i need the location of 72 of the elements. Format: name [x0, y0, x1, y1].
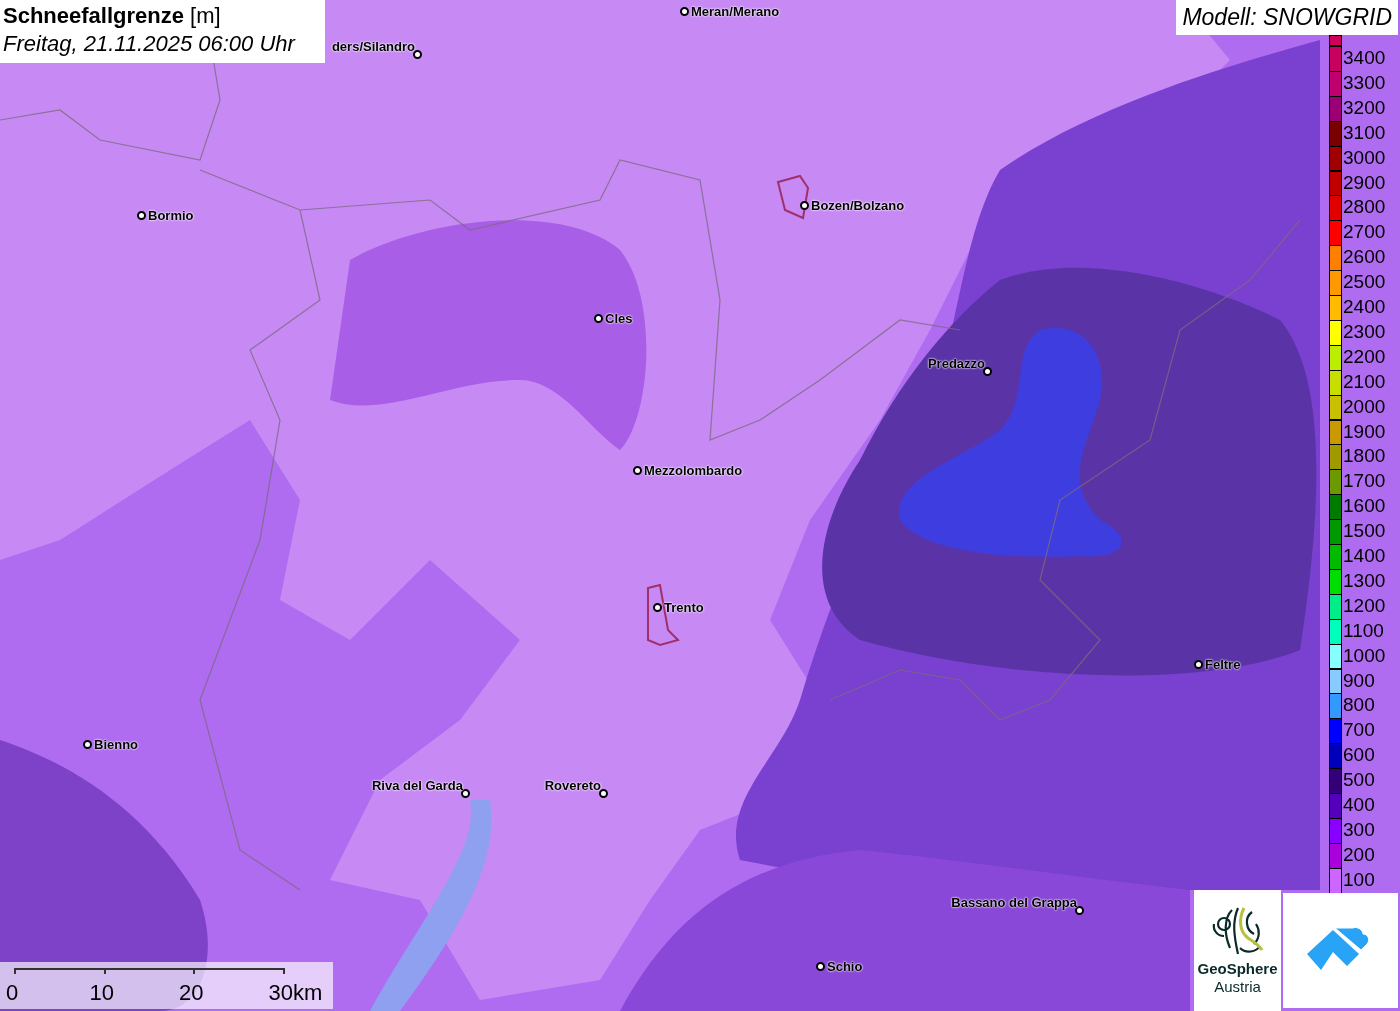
city-label: Riva del Garda: [371, 777, 463, 795]
legend-label: 1800: [1343, 445, 1386, 468]
model-label: Modell: SNOWGRID: [1176, 0, 1398, 35]
legend-label: 1500: [1343, 520, 1386, 543]
city-label: Predazzo: [927, 355, 985, 373]
legend-label: 1100: [1343, 619, 1384, 642]
city-marker-icon: [1194, 660, 1203, 669]
legend-label: 2500: [1343, 271, 1386, 294]
legend-label: 1700: [1343, 470, 1386, 493]
city-marker-icon: [137, 211, 146, 220]
legend-label: 400: [1343, 794, 1375, 816]
legend-label: 2600: [1343, 246, 1386, 269]
city-marker-icon: [633, 466, 642, 475]
logo-text: GeoSphere: [1197, 960, 1278, 978]
city-marker-icon: [599, 789, 608, 798]
legend-label: 3000: [1343, 146, 1386, 169]
legend-label: 300: [1343, 818, 1375, 841]
legend-label: 2200: [1343, 345, 1386, 368]
map-date: Freitag, 21.11.2025 06:00 Uhr: [3, 30, 297, 58]
city-label: Schio: [827, 958, 863, 976]
city-label: Bozen/Bolzano: [811, 197, 905, 215]
legend-label: 2300: [1343, 320, 1386, 343]
legend-label: 3200: [1343, 96, 1386, 119]
legend-label: 2400: [1343, 296, 1386, 318]
city-label: Trento: [664, 599, 704, 617]
city-label: Mezzolombardo: [644, 462, 743, 480]
city-marker-icon: [413, 50, 422, 59]
map-title: Schneefallgrenze [m]: [3, 2, 222, 30]
legend-label: 3300: [1343, 71, 1386, 94]
legend-label: 500: [1343, 769, 1375, 792]
legend-label: 200: [1343, 843, 1375, 866]
legend-swatch: [1329, 35, 1342, 46]
legend-label: 3400: [1343, 47, 1386, 69]
city-marker-icon: [1075, 906, 1084, 915]
legend-label: 2000: [1343, 395, 1386, 418]
city-label: Rovereto: [544, 777, 601, 795]
legend-label: 1200: [1343, 594, 1386, 617]
city-marker-icon: [461, 789, 470, 798]
city-marker-icon: [680, 7, 689, 16]
legend-label: 1000: [1343, 644, 1386, 667]
city-label: Cles: [605, 310, 633, 328]
city-marker-icon: [83, 740, 92, 749]
city-label: Feltre: [1205, 656, 1241, 674]
scale-label: 20: [179, 980, 204, 1006]
legend-label: 900: [1343, 669, 1375, 692]
city-marker-icon: [800, 201, 809, 210]
legend-label: 2700: [1343, 221, 1386, 244]
legend-label: 3100: [1343, 121, 1386, 144]
legend-label: 800: [1343, 694, 1375, 717]
city-label: Bormio: [148, 207, 194, 225]
legend-label: 2900: [1343, 171, 1386, 194]
city-label: Bienno: [94, 736, 139, 754]
city-label: Meran/Merano: [691, 3, 780, 21]
legend-label: 600: [1343, 744, 1375, 767]
legend-label: 1300: [1343, 569, 1386, 592]
city-marker-icon: [816, 962, 825, 971]
legend-label: 1400: [1343, 545, 1386, 567]
legend-label: 2100: [1343, 370, 1386, 393]
city-label: ders/Silandro: [331, 38, 415, 56]
legend-label: 2800: [1343, 196, 1386, 219]
legend-label: 1900: [1343, 420, 1386, 443]
logo-text: Austria: [1214, 978, 1261, 996]
legend-label: 100: [1343, 868, 1375, 891]
city-label: Bassano del Grappa: [951, 894, 1077, 912]
scale-label: 30km: [268, 980, 323, 1006]
city-marker-icon: [594, 314, 603, 323]
scale-label: 10: [89, 980, 114, 1006]
scale-label: 0: [6, 980, 19, 1006]
city-marker-icon: [653, 603, 662, 612]
legend-label: 1600: [1343, 495, 1386, 518]
city-marker-icon: [983, 367, 992, 376]
legend-label: 700: [1343, 719, 1375, 742]
